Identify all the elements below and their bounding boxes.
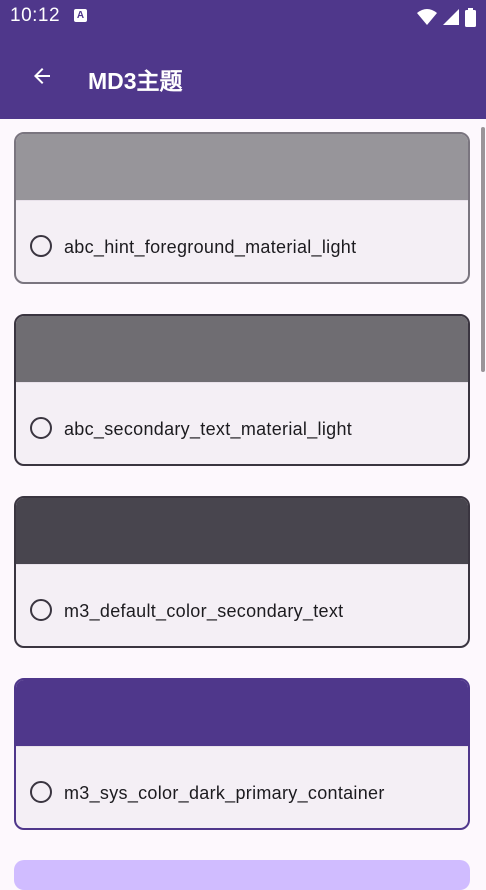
status-bar: 10:12 A	[0, 0, 486, 34]
page-title: MD3主题	[88, 68, 183, 94]
card-body: abc_secondary_text_material_light	[16, 382, 468, 464]
color-card[interactable]: m3_sys_color_dark_primary_container	[14, 678, 470, 830]
signal-icon	[443, 9, 459, 25]
color-name-label: m3_sys_color_dark_primary_container	[64, 783, 385, 803]
radio-button[interactable]	[30, 599, 52, 621]
wifi-icon	[417, 9, 437, 25]
color-name-label: m3_default_color_secondary_text	[64, 601, 344, 621]
scrollbar[interactable]	[481, 127, 485, 372]
radio-button[interactable]	[30, 781, 52, 803]
color-swatch	[16, 498, 468, 564]
color-swatch	[16, 316, 468, 382]
color-card[interactable]: m3_default_color_secondary_text	[14, 496, 470, 648]
next-color-card-partial[interactable]	[14, 860, 470, 890]
app-bar: MD3主题	[0, 34, 486, 119]
color-name-label: abc_hint_foreground_material_light	[64, 237, 357, 257]
radio-button[interactable]	[30, 235, 52, 257]
card-body: m3_sys_color_dark_primary_container	[16, 746, 468, 828]
color-card[interactable]: abc_secondary_text_material_light	[14, 314, 470, 466]
status-time: 10:12	[10, 5, 61, 26]
notification-app-icon: A	[74, 9, 87, 22]
arrow-back-icon	[34, 68, 50, 84]
color-swatch	[16, 680, 468, 746]
battery-icon	[465, 7, 476, 27]
color-swatch	[16, 134, 468, 200]
theme-color-list[interactable]: abc_hint_foreground_material_light abc_s…	[0, 119, 486, 864]
card-body: m3_default_color_secondary_text	[16, 564, 468, 646]
color-name-label: abc_secondary_text_material_light	[64, 419, 353, 439]
status-icons	[417, 6, 476, 28]
color-card[interactable]: abc_hint_foreground_material_light	[14, 132, 470, 284]
radio-button[interactable]	[30, 417, 52, 439]
card-body: abc_hint_foreground_material_light	[16, 200, 468, 282]
back-button[interactable]	[22, 56, 62, 96]
